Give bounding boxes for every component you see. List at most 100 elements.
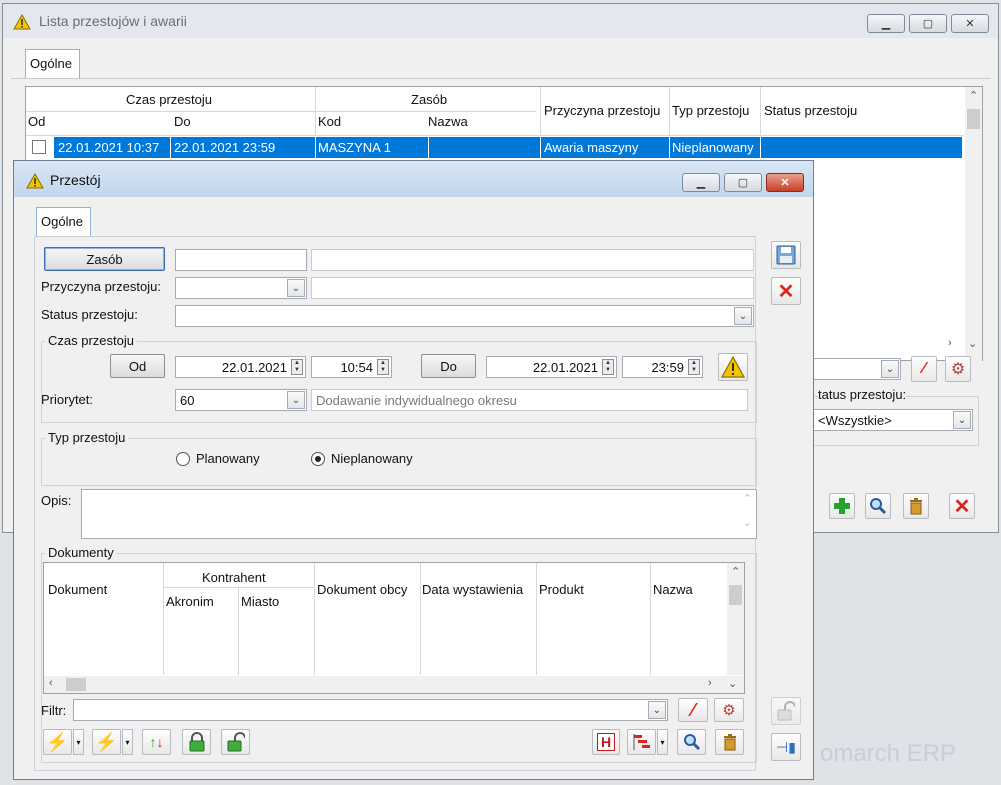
- main-tab-ogolne[interactable]: Ogólne: [25, 49, 80, 78]
- radio-nieplanowany[interactable]: [311, 452, 325, 466]
- do-time-spinner[interactable]: ▲ ▼: [688, 359, 700, 375]
- generate-dropdown[interactable]: ▾: [73, 729, 84, 755]
- col-header-do[interactable]: Do: [174, 114, 191, 129]
- przyczyna-combo[interactable]: ⌄: [175, 277, 307, 299]
- search-button[interactable]: [865, 493, 891, 519]
- clear-filter-button[interactable]: ⁄: [678, 698, 708, 722]
- scroll-thumb[interactable]: [66, 678, 86, 691]
- main-grid-vscroll[interactable]: ⌃: [965, 87, 982, 361]
- col-header-status[interactable]: Status przestoju: [764, 103, 857, 118]
- doc-col-akronim[interactable]: Akronim: [166, 594, 214, 609]
- filter-settings-icon[interactable]: ⚙: [945, 356, 971, 382]
- scroll-up-icon[interactable]: ⌃: [969, 89, 978, 102]
- doc-col-nazwa[interactable]: Nazwa: [653, 582, 693, 597]
- row-checkbox[interactable]: [32, 140, 46, 154]
- col-header-od[interactable]: Od: [28, 114, 45, 129]
- magnifier-icon: [683, 734, 700, 751]
- chevron-down-icon[interactable]: ⌄: [287, 279, 305, 297]
- filter-settings-button[interactable]: ⚙: [714, 698, 744, 722]
- od-date-value: 22.01.2021: [221, 360, 287, 375]
- gantt-icon: [633, 734, 650, 750]
- filtr-combo[interactable]: ⌄: [73, 699, 668, 721]
- od-time-field[interactable]: 10:54 ▲ ▼: [311, 356, 392, 378]
- doc-col-dokument[interactable]: Dokument: [48, 582, 107, 597]
- radio-planowany-label[interactable]: Planowany: [196, 451, 260, 466]
- sort-button[interactable]: ↑↓: [142, 729, 171, 755]
- scroll-left-icon[interactable]: ‹: [49, 677, 53, 689]
- scroll-up-icon[interactable]: ⌃: [743, 492, 752, 505]
- chevron-down-icon[interactable]: ⌄: [881, 360, 899, 378]
- doc-col-dokument-obcy[interactable]: Dokument obcy: [317, 582, 407, 597]
- doc-col-data[interactable]: Data wystawienia: [422, 582, 523, 597]
- clear-filter-icon[interactable]: ⁄: [911, 356, 937, 382]
- scroll-right-icon[interactable]: ›: [708, 677, 712, 689]
- do-date-field[interactable]: 22.01.2021 ▲ ▼: [486, 356, 617, 378]
- od-time-value: 10:54: [340, 360, 373, 375]
- main-close-button[interactable]: ✕: [951, 14, 989, 33]
- od-date-field[interactable]: 22.01.2021 ▲ ▼: [175, 356, 306, 378]
- col-header-kod[interactable]: Kod: [318, 114, 341, 129]
- cancel-button[interactable]: ✕: [771, 277, 801, 305]
- chevron-down-icon[interactable]: ⌄: [648, 701, 666, 719]
- radio-planowany[interactable]: [176, 452, 190, 466]
- col-header-przyczyna[interactable]: Przyczyna przestoju: [544, 103, 660, 118]
- scroll-thumb[interactable]: [729, 585, 742, 605]
- unlock-form-button[interactable]: [771, 697, 801, 725]
- scroll-down-icon[interactable]: ⌄: [968, 337, 977, 350]
- main-minimize-button[interactable]: ▁: [867, 14, 905, 33]
- doc-col-produkt[interactable]: Produkt: [539, 582, 584, 597]
- chevron-down-icon[interactable]: ⌄: [287, 391, 305, 409]
- lock-button[interactable]: [182, 729, 211, 755]
- grid-group-czas: Czas przestoju: [126, 92, 212, 107]
- table-row[interactable]: 22.01.2021 10:37 22.01.2021 23:59 MASZYN…: [26, 137, 962, 158]
- zasob-button[interactable]: Zasób: [44, 247, 165, 271]
- delete-doc-button[interactable]: [715, 729, 744, 755]
- warning-button[interactable]: [718, 353, 748, 381]
- main-maximize-button[interactable]: ▢: [909, 14, 947, 33]
- main-filter-combo[interactable]: ⌄: [813, 358, 901, 380]
- unlock-button[interactable]: [221, 729, 250, 755]
- search-doc-button[interactable]: [677, 729, 706, 755]
- warning-icon: [13, 14, 31, 30]
- scroll-right-icon[interactable]: ›: [948, 337, 952, 349]
- generate-green-dropdown[interactable]: ▾: [122, 729, 133, 755]
- do-button[interactable]: Do: [421, 354, 476, 378]
- generate-button[interactable]: ⚡: [43, 729, 72, 755]
- main-close-list-button[interactable]: ✕: [949, 493, 975, 519]
- dialog-minimize-button[interactable]: ▁: [682, 173, 720, 192]
- status-combo[interactable]: ⌄: [175, 305, 754, 327]
- radio-nieplanowany-label[interactable]: Nieplanowany: [331, 451, 413, 466]
- do-time-field[interactable]: 23:59 ▲ ▼: [622, 356, 703, 378]
- col-header-typ[interactable]: Typ przestoju: [672, 103, 749, 118]
- chevron-down-icon[interactable]: ⌄: [734, 307, 752, 325]
- chevron-down-icon[interactable]: ⌄: [953, 411, 971, 429]
- opis-textarea[interactable]: ⌃ ⌄: [81, 489, 757, 539]
- priorytet-label: Priorytet:: [41, 392, 94, 407]
- doc-grid-hscroll[interactable]: ‹ › ⌄: [44, 676, 744, 693]
- generate-green-button[interactable]: ⚡: [92, 729, 121, 755]
- delete-button[interactable]: [903, 493, 929, 519]
- scroll-down-icon[interactable]: ⌄: [728, 677, 737, 690]
- pin-button[interactable]: ⊣▮: [771, 733, 801, 761]
- doc-grid-vscroll[interactable]: ⌃: [727, 563, 744, 675]
- gantt-button[interactable]: [627, 729, 656, 755]
- scroll-down-icon[interactable]: ⌄: [743, 516, 752, 529]
- priorytet-combo[interactable]: 60 ⌄: [175, 389, 307, 411]
- dialog-close-button[interactable]: ✕: [766, 173, 804, 192]
- od-button[interactable]: Od: [110, 354, 165, 378]
- gantt-dropdown[interactable]: ▾: [657, 729, 668, 755]
- status-filter-combo[interactable]: <Wszystkie> ⌄: [813, 409, 973, 431]
- col-header-nazwa[interactable]: Nazwa: [428, 114, 468, 129]
- dialog-tab-ogolne[interactable]: Ogólne: [36, 207, 91, 236]
- zasob-code-field[interactable]: [175, 249, 307, 271]
- history-button[interactable]: H: [592, 729, 620, 755]
- doc-col-miasto[interactable]: Miasto: [241, 594, 279, 609]
- scroll-thumb[interactable]: [967, 109, 980, 129]
- do-date-spinner[interactable]: ▲ ▼: [602, 359, 614, 375]
- od-date-spinner[interactable]: ▲ ▼: [291, 359, 303, 375]
- dialog-maximize-button[interactable]: ▢: [724, 173, 762, 192]
- save-button[interactable]: [771, 241, 801, 269]
- scroll-up-icon[interactable]: ⌃: [731, 565, 740, 578]
- add-button[interactable]: [829, 493, 855, 519]
- od-time-spinner[interactable]: ▲ ▼: [377, 359, 389, 375]
